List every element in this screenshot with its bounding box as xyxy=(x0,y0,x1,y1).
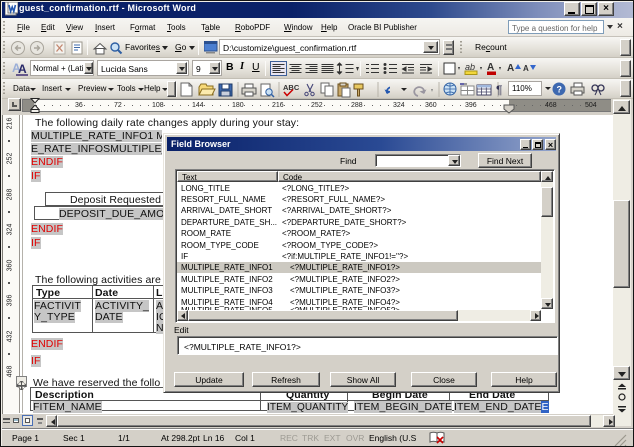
svg-text:¶: ¶ xyxy=(496,83,502,97)
svg-text:?: ? xyxy=(557,85,563,95)
svg-text:A: A xyxy=(523,64,529,73)
svg-text:A: A xyxy=(18,62,27,76)
svg-text:A: A xyxy=(487,62,494,73)
svg-text:A: A xyxy=(507,63,514,74)
